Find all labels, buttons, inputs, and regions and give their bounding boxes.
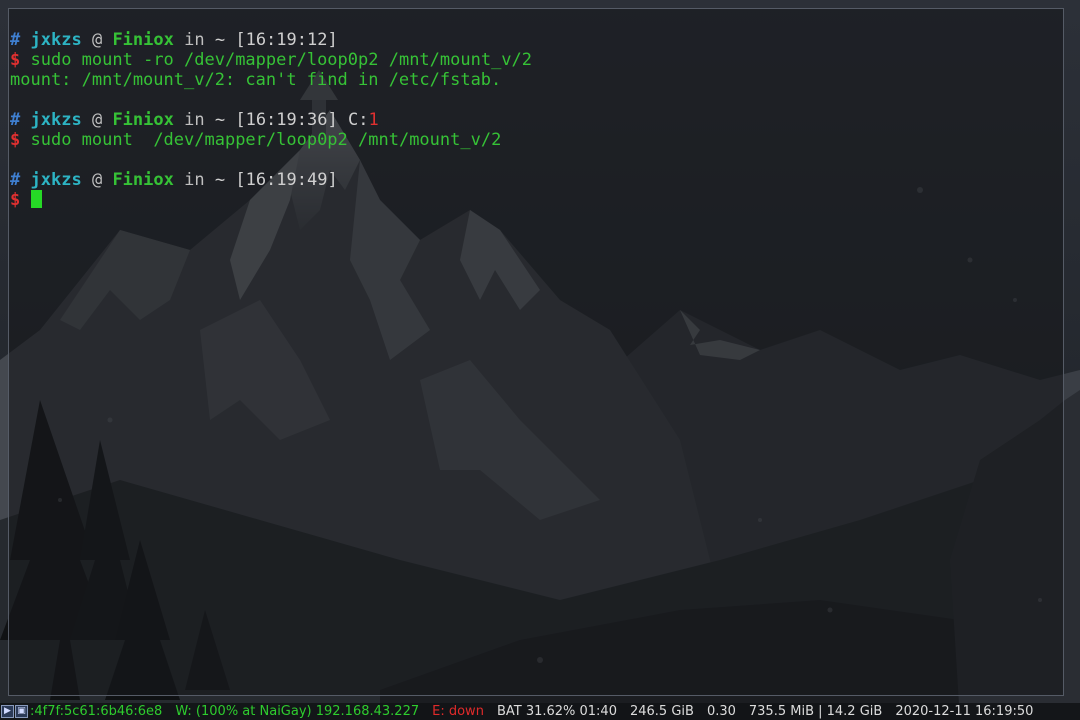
status-disk: 246.5 GiB: [629, 704, 694, 719]
prompt-at: @: [91, 110, 103, 130]
exit-code-label: C:: [347, 110, 369, 130]
status-load: 0.30: [706, 704, 736, 719]
prompt-in: in: [184, 30, 205, 50]
command-output: mount: /mnt/mount_v/2: can't find in /et…: [10, 70, 1063, 90]
prompt-host: Finiox: [112, 170, 174, 190]
prompt-in: in: [184, 110, 205, 130]
prompt-line: # jxkzs @ Finiox in ~ [16:19:36] C:1: [10, 110, 1063, 130]
tray-icons: ▶ ▣: [0, 705, 30, 718]
terminal-window[interactable]: # jxkzs @ Finiox in ~ [16:19:12] $ sudo …: [8, 8, 1064, 696]
status-wifi: W: (100% at NaiGay) 192.168.43.227: [175, 704, 420, 719]
status-ethernet: E: down: [432, 704, 484, 719]
prompt-path: ~: [214, 30, 226, 50]
prompt-line: # jxkzs @ Finiox in ~ [16:19:12]: [10, 30, 1063, 50]
prompt-dollar: $: [10, 190, 21, 210]
prompt-line: # jxkzs @ Finiox in ~ [16:19:49]: [10, 170, 1063, 190]
status-battery: BAT 31.62% 01:40: [496, 704, 617, 719]
prompt-host: Finiox: [112, 30, 174, 50]
prompt-user: jxkzs: [30, 30, 82, 50]
prompt-time: [16:19:12]: [235, 30, 338, 50]
status-memory: 735.5 MiB | 14.2 GiB: [748, 704, 883, 719]
prompt-path: ~: [214, 170, 226, 190]
exit-code-value: 1: [368, 110, 379, 130]
status-ipv6: :4f7f:5c61:6b46:6e8: [30, 704, 163, 719]
prompt-hash: #: [10, 110, 21, 130]
window-tray-icon[interactable]: ▣: [15, 705, 28, 718]
prompt-hash: #: [10, 170, 21, 190]
prompt-dollar: $: [10, 130, 21, 150]
command-line[interactable]: $: [10, 190, 1063, 210]
terminal-tray-icon[interactable]: ▶: [1, 705, 14, 718]
command-text: sudo mount /dev/mapper/loop0p2 /mnt/moun…: [30, 130, 502, 150]
command-line: $ sudo mount -ro /dev/mapper/loop0p2 /mn…: [10, 50, 1063, 70]
prompt-user: jxkzs: [30, 170, 82, 190]
status-bar: ▶ ▣ :4f7f:5c61:6b46:6e8 W: (100% at NaiG…: [0, 703, 1080, 720]
prompt-host: Finiox: [112, 110, 174, 130]
prompt-in: in: [184, 170, 205, 190]
command-line: $ sudo mount /dev/mapper/loop0p2 /mnt/mo…: [10, 130, 1063, 150]
command-text: sudo mount -ro /dev/mapper/loop0p2 /mnt/…: [30, 50, 533, 70]
text-cursor: [30, 190, 42, 208]
prompt-at: @: [91, 30, 103, 50]
prompt-user: jxkzs: [30, 110, 82, 130]
prompt-time: [16:19:49]: [235, 170, 338, 190]
prompt-dollar: $: [10, 50, 21, 70]
status-datetime: 2020-12-11 16:19:50: [895, 704, 1034, 719]
prompt-hash: #: [10, 30, 21, 50]
output-text: mount: /mnt/mount_v/2: can't find in /et…: [10, 70, 502, 90]
prompt-path: ~: [214, 110, 226, 130]
prompt-time: [16:19:36]: [235, 110, 338, 130]
prompt-at: @: [91, 170, 103, 190]
